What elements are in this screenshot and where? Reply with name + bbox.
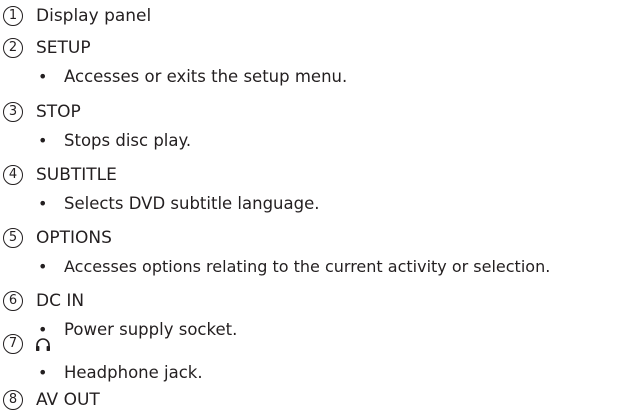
item-header: 2 SETUP	[0, 38, 624, 62]
headphone-icon	[36, 338, 50, 351]
item-header: 1 Display panel	[0, 6, 624, 30]
bullet-icon: •	[38, 363, 48, 382]
item-header: 3 STOP	[0, 102, 624, 126]
item-number-badge: 8	[3, 390, 23, 410]
item-number-badge: 2	[3, 38, 23, 58]
item-title: OPTIONS	[36, 228, 112, 248]
item-description: Headphone jack.	[64, 363, 203, 382]
item-header: 4 SUBTITLE	[0, 165, 624, 189]
item-number-badge: 4	[3, 165, 23, 185]
item-title: SUBTITLE	[36, 165, 117, 185]
item-number-badge: 3	[3, 102, 23, 122]
item-header: 7	[0, 334, 624, 358]
item-header: 8 AV OUT	[0, 390, 624, 414]
item-number-badge: 5	[3, 228, 23, 248]
item-description: Selects DVD subtitle language.	[64, 194, 320, 213]
item-title: DC IN	[36, 291, 85, 311]
item-title: AV OUT	[36, 390, 100, 410]
item-number-badge: 6	[3, 291, 23, 311]
item-number-badge: 7	[3, 334, 23, 354]
item-title: Display panel	[36, 6, 152, 26]
item-description: Stops disc play.	[64, 131, 192, 150]
bullet-icon: •	[38, 257, 48, 276]
item-header: 5 OPTIONS	[0, 228, 624, 252]
item-title: STOP	[36, 102, 81, 122]
item-number-badge: 1	[3, 6, 23, 26]
item-header: 6 DC IN	[0, 291, 624, 315]
item-description: Accesses options relating to the current…	[64, 257, 551, 276]
item-title: SETUP	[36, 38, 91, 58]
bullet-icon: •	[38, 67, 48, 86]
bullet-icon: •	[38, 131, 48, 150]
bullet-icon: •	[38, 194, 48, 213]
item-description: Accesses or exits the setup menu.	[64, 67, 348, 86]
